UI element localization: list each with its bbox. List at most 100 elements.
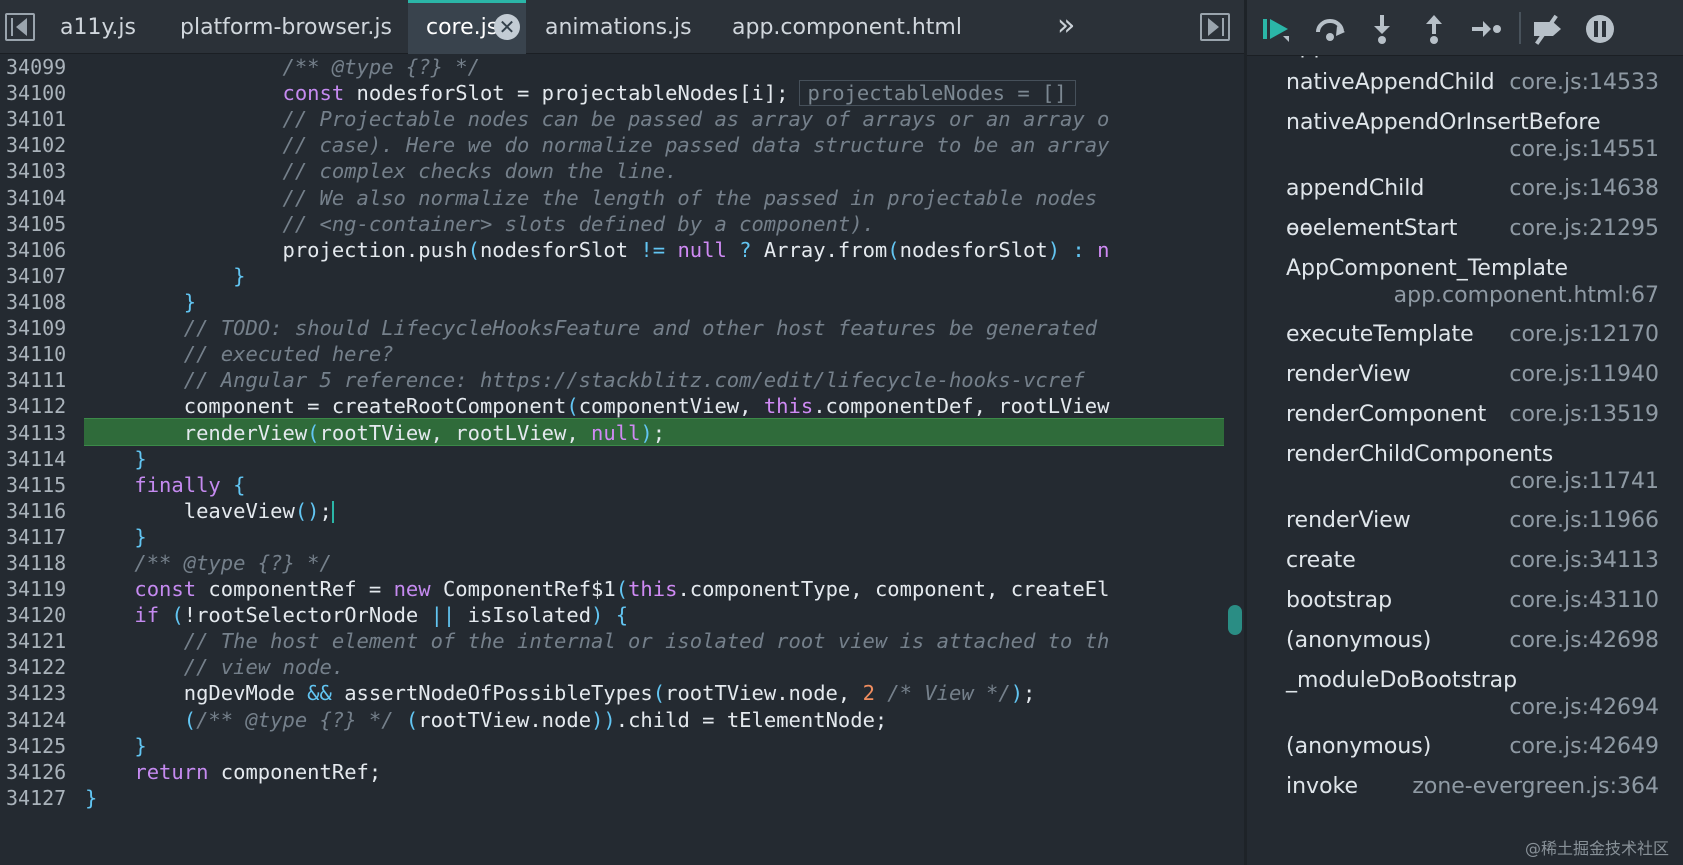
call-stack-frame-location[interactable]: core.js:14638 [1509, 176, 1659, 201]
line-number[interactable]: 34104 [6, 184, 76, 212]
call-stack-frame-location[interactable]: core.js:42694 [1509, 695, 1659, 720]
line-number[interactable]: 34123 [6, 679, 76, 707]
code-line[interactable]: 34109 // TODO: should LifecycleHooksFeat… [0, 314, 1224, 342]
tab-platform-browser-js[interactable]: platform-browser.js [178, 0, 408, 54]
call-stack-frame-location[interactable]: core.js:13519 [1509, 402, 1659, 427]
line-number[interactable]: 34116 [6, 497, 76, 525]
code-line[interactable]: 34122 // view node. [0, 653, 1224, 681]
call-stack-frame[interactable]: renderChildComponents core.js:11741 [1247, 442, 1683, 508]
code-line[interactable]: 34125 } [0, 732, 1224, 760]
call-stack-frame[interactable]: create core.js:34113 [1247, 548, 1683, 588]
code-line[interactable]: 34101 // Projectable nodes can be passed… [0, 105, 1224, 133]
line-number[interactable]: 34117 [6, 523, 76, 551]
deactivate-breakpoints-icon[interactable] [1531, 12, 1565, 46]
code-editor[interactable]: 34099 /** @type {?} */34100 const nodesf… [0, 55, 1244, 865]
code-line[interactable]: 34116 leaveView(); [0, 497, 1224, 525]
line-number[interactable]: 34105 [6, 210, 76, 238]
call-stack-frame[interactable]: bootstrap core.js:43110 [1247, 588, 1683, 628]
step-out-icon[interactable] [1417, 12, 1451, 46]
call-stack-frame[interactable]: renderView core.js:11966 [1247, 508, 1683, 548]
code-line[interactable]: 34123 ngDevMode && assertNodeOfPossibleT… [0, 679, 1224, 707]
call-stack-frame-location[interactable]: core.js:42698 [1509, 628, 1659, 653]
tab-core-js[interactable]: core.js ✕ [408, 0, 526, 54]
editor-scrollbar[interactable] [1228, 605, 1242, 635]
line-number[interactable]: 34115 [6, 471, 76, 499]
line-number[interactable]: 34100 [6, 79, 76, 107]
code-line[interactable]: 34105 // <ng-container> slots defined by… [0, 210, 1224, 238]
code-line[interactable]: 34103 // complex checks down the line. [0, 157, 1224, 185]
toggle-debugger-pane-icon[interactable] [1200, 13, 1230, 41]
code-line[interactable]: 34114 } [0, 445, 1224, 473]
line-number[interactable]: 34110 [6, 340, 76, 368]
call-stack-frame[interactable]: appendChild core.js:14638 [1247, 176, 1683, 216]
line-number[interactable]: 34122 [6, 653, 76, 681]
line-number[interactable]: 34127 [6, 784, 76, 812]
call-stack-frame[interactable]: executeTemplate core.js:12170 [1247, 322, 1683, 362]
call-stack-frame[interactable]: _moduleDoBootstrap core.js:42694 [1247, 668, 1683, 734]
call-stack-frame-location[interactable]: core.js:21295 [1509, 216, 1659, 241]
close-tab-icon[interactable]: ✕ [494, 14, 520, 40]
call-stack-frame-location[interactable]: core.js:14551 [1509, 137, 1659, 162]
code-line[interactable]: 34111 // Angular 5 reference: https://st… [0, 366, 1224, 394]
resume-icon[interactable] [1259, 12, 1293, 46]
code-line[interactable]: 34099 /** @type {?} */ [0, 55, 1224, 81]
navigate-back-icon[interactable] [5, 13, 35, 41]
execution-line[interactable]: 34113 renderView(rootTView, rootLView, n… [6, 418, 1224, 447]
call-stack-frame[interactable]: nativeAppendChild core.js:14533 [1247, 70, 1683, 110]
line-number[interactable]: 34125 [6, 732, 76, 760]
line-number[interactable]: 34114 [6, 445, 76, 473]
tab-a11y-js[interactable]: a11y.js [40, 0, 178, 54]
code-line[interactable]: 34124 (/** @type {?} */ (rootTView.node)… [0, 706, 1224, 734]
code-line[interactable]: 34107 } [0, 262, 1224, 290]
line-number[interactable]: 34099 [6, 55, 76, 81]
step-over-icon[interactable] [1313, 12, 1347, 46]
line-number[interactable]: 34101 [6, 105, 76, 133]
call-stack-frame[interactable]: renderComponent core.js:13519 [1247, 402, 1683, 442]
code-line[interactable]: 34106 projection.push(nodesforSlot != nu… [0, 236, 1224, 264]
call-stack-frame-location[interactable]: core.js:14533 [1509, 70, 1659, 95]
call-stack-frame-location[interactable]: core.js:43110 [1509, 588, 1659, 613]
code-line[interactable]: 34112 component = createRootComponent(co… [0, 392, 1224, 420]
line-number[interactable]: 34108 [6, 288, 76, 316]
code-line[interactable]: 34115 finally { [0, 471, 1224, 499]
tab-app-component-html[interactable]: app.component.html [706, 0, 962, 54]
call-stack-frame-location[interactable]: core.js:12170 [1509, 322, 1659, 347]
line-number[interactable]: 34120 [6, 601, 76, 629]
call-stack-frame[interactable]: (anonymous) core.js:42698 [1247, 628, 1683, 668]
line-number[interactable]: 34119 [6, 575, 76, 603]
code-line[interactable]: 34117 } [0, 523, 1224, 551]
line-number[interactable]: 34102 [6, 131, 76, 159]
call-stack-frame[interactable]: ɵɵelementStart core.js:21295 [1247, 216, 1683, 256]
code-line[interactable]: 34100 const nodesforSlot = projectableNo… [0, 79, 1224, 107]
line-number[interactable]: 34112 [6, 392, 76, 420]
code-line[interactable]: 34118 /** @type {?} */ [0, 549, 1224, 577]
call-stack-frame[interactable]: invoke zone-evergreen.js:364 [1247, 774, 1683, 814]
code-line[interactable]: 34120 if (!rootSelectorOrNode || isIsola… [0, 601, 1224, 629]
line-number[interactable]: 34124 [6, 706, 76, 734]
line-number[interactable]: 34121 [6, 627, 76, 655]
line-number[interactable]: 34103 [6, 157, 76, 185]
code-line[interactable]: 34102 // case). Here we do normalize pas… [0, 131, 1224, 159]
call-stack-frame-location[interactable]: core.js:42649 [1509, 734, 1659, 759]
call-stack-frame-partial[interactable]: appendChild [1247, 56, 1683, 59]
call-stack-frame-location[interactable]: zone-evergreen.js:364 [1412, 774, 1659, 799]
code-line[interactable]: 34126 return componentRef; [0, 758, 1224, 786]
code-line[interactable]: 34127} [0, 784, 1224, 812]
code-line[interactable]: 34104 // We also normalize the length of… [0, 184, 1224, 212]
line-number[interactable]: 34106 [6, 236, 76, 264]
call-stack-frame-location[interactable]: core.js:11741 [1509, 469, 1659, 494]
call-stack-frame[interactable]: nativeAppendOrInsertBefore core.js:14551 [1247, 110, 1683, 176]
code-line[interactable]: 34110 // executed here? [0, 340, 1224, 368]
call-stack-frame[interactable]: (anonymous) core.js:42649 [1247, 734, 1683, 774]
call-stack-frame-location[interactable]: core.js:11940 [1509, 362, 1659, 387]
step-icon[interactable] [1469, 12, 1503, 46]
code-line[interactable]: 34108 } [0, 288, 1224, 316]
line-number[interactable]: 34126 [6, 758, 76, 786]
call-stack-frame[interactable]: renderView core.js:11940 [1247, 362, 1683, 402]
code-line[interactable]: 34119 const componentRef = new Component… [0, 575, 1224, 603]
line-number[interactable]: 34109 [6, 314, 76, 342]
call-stack-frame[interactable]: AppComponent_Template app.component.html:… [1247, 256, 1683, 322]
call-stack-frame-location[interactable]: app.component.html:67 [1394, 283, 1659, 308]
step-into-icon[interactable] [1365, 12, 1399, 46]
line-number[interactable]: 34111 [6, 366, 76, 394]
